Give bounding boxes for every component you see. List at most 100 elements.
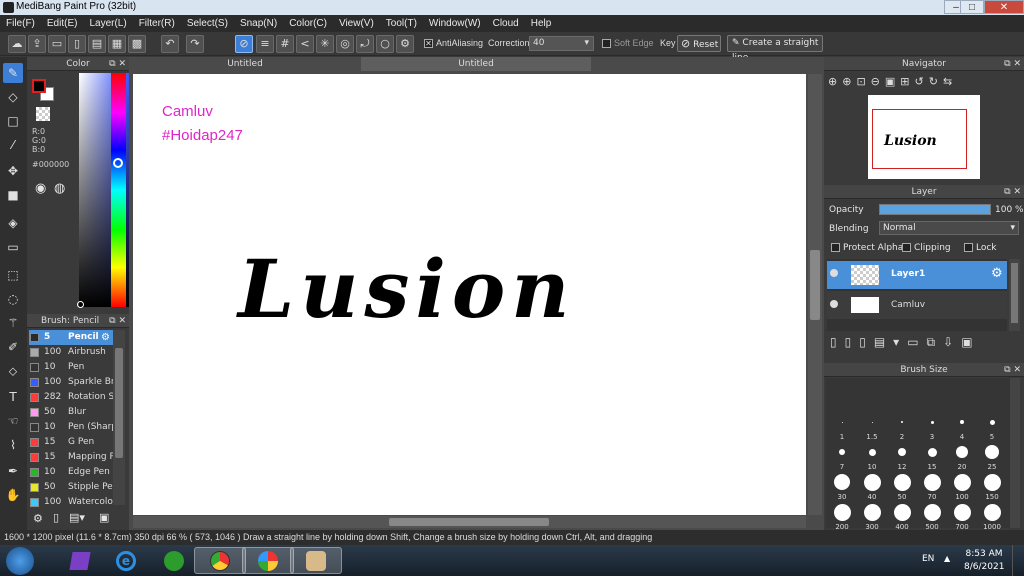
- undo-icon[interactable]: ↶: [161, 35, 179, 53]
- snap-settings-icon[interactable]: ⚙: [396, 35, 414, 53]
- brush-size-option[interactable]: 5: [978, 410, 1006, 442]
- menu-snap[interactable]: Snap(N): [240, 18, 277, 29]
- zoom-out-icon[interactable]: ⊖: [871, 75, 885, 88]
- brush-item[interactable]: 50 Blur: [29, 405, 113, 420]
- folder-icon[interactable]: ▭: [907, 335, 926, 349]
- duplicate-layer-icon[interactable]: ⧉: [927, 335, 944, 349]
- opacity-slider[interactable]: [879, 204, 991, 215]
- language-indicator[interactable]: EN: [922, 554, 934, 564]
- select-pen-icon[interactable]: ✐: [3, 337, 23, 357]
- soft-edge-checkbox[interactable]: Soft Edge: [602, 38, 654, 49]
- curve-snap-icon[interactable]: ⤾: [356, 35, 374, 53]
- brush-size-option[interactable]: 50: [888, 470, 916, 502]
- select-rect-icon[interactable]: ⬚: [3, 265, 23, 285]
- circle-snap-icon[interactable]: ◎: [336, 35, 354, 53]
- brush-size-option[interactable]: 10: [858, 440, 886, 472]
- hand-tool-icon[interactable]: ☜: [3, 411, 23, 431]
- cross-snap-icon[interactable]: #: [276, 35, 294, 53]
- panel-close-icon[interactable]: ⧉ ✕: [1004, 57, 1021, 71]
- brush-item[interactable]: 282 Rotation S: [29, 390, 113, 405]
- bucket-tool-icon[interactable]: ◈: [3, 213, 23, 233]
- canvas-vertical-scrollbar[interactable]: [808, 74, 822, 515]
- brush-list-scrollbar[interactable]: [113, 330, 125, 505]
- brush-size-option[interactable]: 4: [948, 410, 976, 442]
- brush-size-option[interactable]: 70: [918, 470, 946, 502]
- menu-filter[interactable]: Filter(R): [139, 18, 175, 29]
- brush-item[interactable]: 50 Stipple Pe: [29, 480, 113, 495]
- tab-untitled-1[interactable]: Untitled: [129, 57, 361, 71]
- coccoc-browser-icon[interactable]: [148, 547, 200, 574]
- page-icon[interactable]: ▦: [108, 35, 126, 53]
- brush-size-option[interactable]: 1000: [978, 500, 1006, 532]
- panel-close-icon[interactable]: ⧉ ✕: [1004, 185, 1021, 199]
- eyedropper-icon[interactable]: ⌇: [3, 435, 23, 455]
- parallel-snap-icon[interactable]: ≡: [256, 35, 274, 53]
- fullscreen-icon[interactable]: ⊞: [900, 75, 914, 88]
- flip-icon[interactable]: ⇆: [943, 75, 957, 88]
- brush-size-option[interactable]: [918, 380, 946, 412]
- navigator-preview[interactable]: Lusion: [868, 95, 980, 179]
- delete-layer-icon[interactable]: ▣: [961, 335, 980, 349]
- menu-cloud[interactable]: Cloud: [493, 18, 519, 29]
- menu-color[interactable]: Color(C): [289, 18, 327, 29]
- brush-size-option[interactable]: 3: [918, 410, 946, 442]
- brush-size-option[interactable]: 700: [948, 500, 976, 532]
- internet-explorer-icon[interactable]: e: [100, 547, 152, 574]
- brush-size-option[interactable]: 150: [978, 470, 1006, 502]
- hue-handle[interactable]: [113, 158, 123, 168]
- brush-size-option[interactable]: [858, 380, 886, 412]
- straight-line-button[interactable]: ✎ Create a straight line: [727, 35, 823, 63]
- text-tool-icon[interactable]: T: [3, 387, 23, 407]
- brush-size-option[interactable]: [948, 380, 976, 412]
- foreground-color-swatch[interactable]: [32, 79, 46, 93]
- brush-size-option[interactable]: 100: [948, 470, 976, 502]
- save-icon[interactable]: ▤: [88, 35, 106, 53]
- brush-tool-icon[interactable]: ✎: [3, 63, 23, 83]
- scroll-thumb[interactable]: [115, 348, 123, 458]
- layer-row[interactable]: Layer1 ⚙: [827, 261, 1007, 289]
- tab-untitled-2[interactable]: Untitled: [361, 57, 591, 71]
- ellipse-snap-icon[interactable]: ○: [376, 35, 394, 53]
- cloud-icon[interactable]: ☁: [8, 35, 26, 53]
- layer-menu-icon[interactable]: ▤▾: [874, 335, 907, 349]
- brush-size-option[interactable]: 20: [948, 440, 976, 472]
- new-halftone-layer-icon[interactable]: ▯: [859, 335, 874, 349]
- new-brush-icon[interactable]: ▯: [53, 511, 59, 524]
- brush-size-option[interactable]: 200: [828, 500, 856, 532]
- dot-tool-icon[interactable]: ⁄: [3, 135, 23, 155]
- close-window-button[interactable]: ✕: [984, 0, 1024, 14]
- menu-file[interactable]: File(F): [6, 18, 35, 29]
- brush-item[interactable]: 100 Airbrush: [29, 345, 113, 360]
- menu-help[interactable]: Help: [531, 18, 552, 29]
- rectangle-tool-icon[interactable]: □: [3, 111, 23, 131]
- new-layer-icon[interactable]: ▯: [830, 335, 845, 349]
- grid-icon[interactable]: ▩: [128, 35, 146, 53]
- scroll-thumb[interactable]: [389, 518, 549, 526]
- tray-expand-icon[interactable]: ▲: [944, 554, 950, 563]
- merge-down-icon[interactable]: ⇩: [943, 335, 961, 349]
- color-picker-handle[interactable]: [77, 301, 84, 308]
- select-eraser-icon[interactable]: ⬦: [3, 361, 23, 381]
- lock-checkbox[interactable]: Lock: [964, 243, 997, 253]
- vanishing-snap-icon[interactable]: <: [296, 35, 314, 53]
- fg-bg-swatch[interactable]: [32, 79, 54, 101]
- zoom-fit-icon[interactable]: ⊕: [842, 75, 856, 88]
- menu-select[interactable]: Select(S): [187, 18, 228, 29]
- brush-settings-icon[interactable]: ⚙: [101, 330, 110, 345]
- layer-row[interactable]: Camluv: [827, 291, 1007, 319]
- visibility-icon[interactable]: [830, 300, 838, 308]
- antialiasing-checkbox[interactable]: ✕ AntiAliasing: [424, 38, 483, 49]
- brush-size-option[interactable]: 40: [858, 470, 886, 502]
- panel-close-icon[interactable]: ⧉ ✕: [109, 314, 126, 328]
- fill-rect-icon[interactable]: ■: [3, 185, 23, 205]
- radial-snap-icon[interactable]: ✳: [316, 35, 334, 53]
- brush-size-option[interactable]: 7: [828, 440, 856, 472]
- brush-item[interactable]: 10 Pen: [29, 360, 113, 375]
- move-tool-icon[interactable]: ✥: [3, 161, 23, 181]
- blending-select[interactable]: Normal ▾: [879, 221, 1019, 235]
- new-layer-copy-icon[interactable]: ▯: [845, 335, 860, 349]
- brush-size-option[interactable]: [888, 380, 916, 412]
- hue-slider[interactable]: [111, 73, 126, 307]
- actual-size-icon[interactable]: ▣: [885, 75, 900, 88]
- visual-studio-icon[interactable]: [54, 547, 106, 574]
